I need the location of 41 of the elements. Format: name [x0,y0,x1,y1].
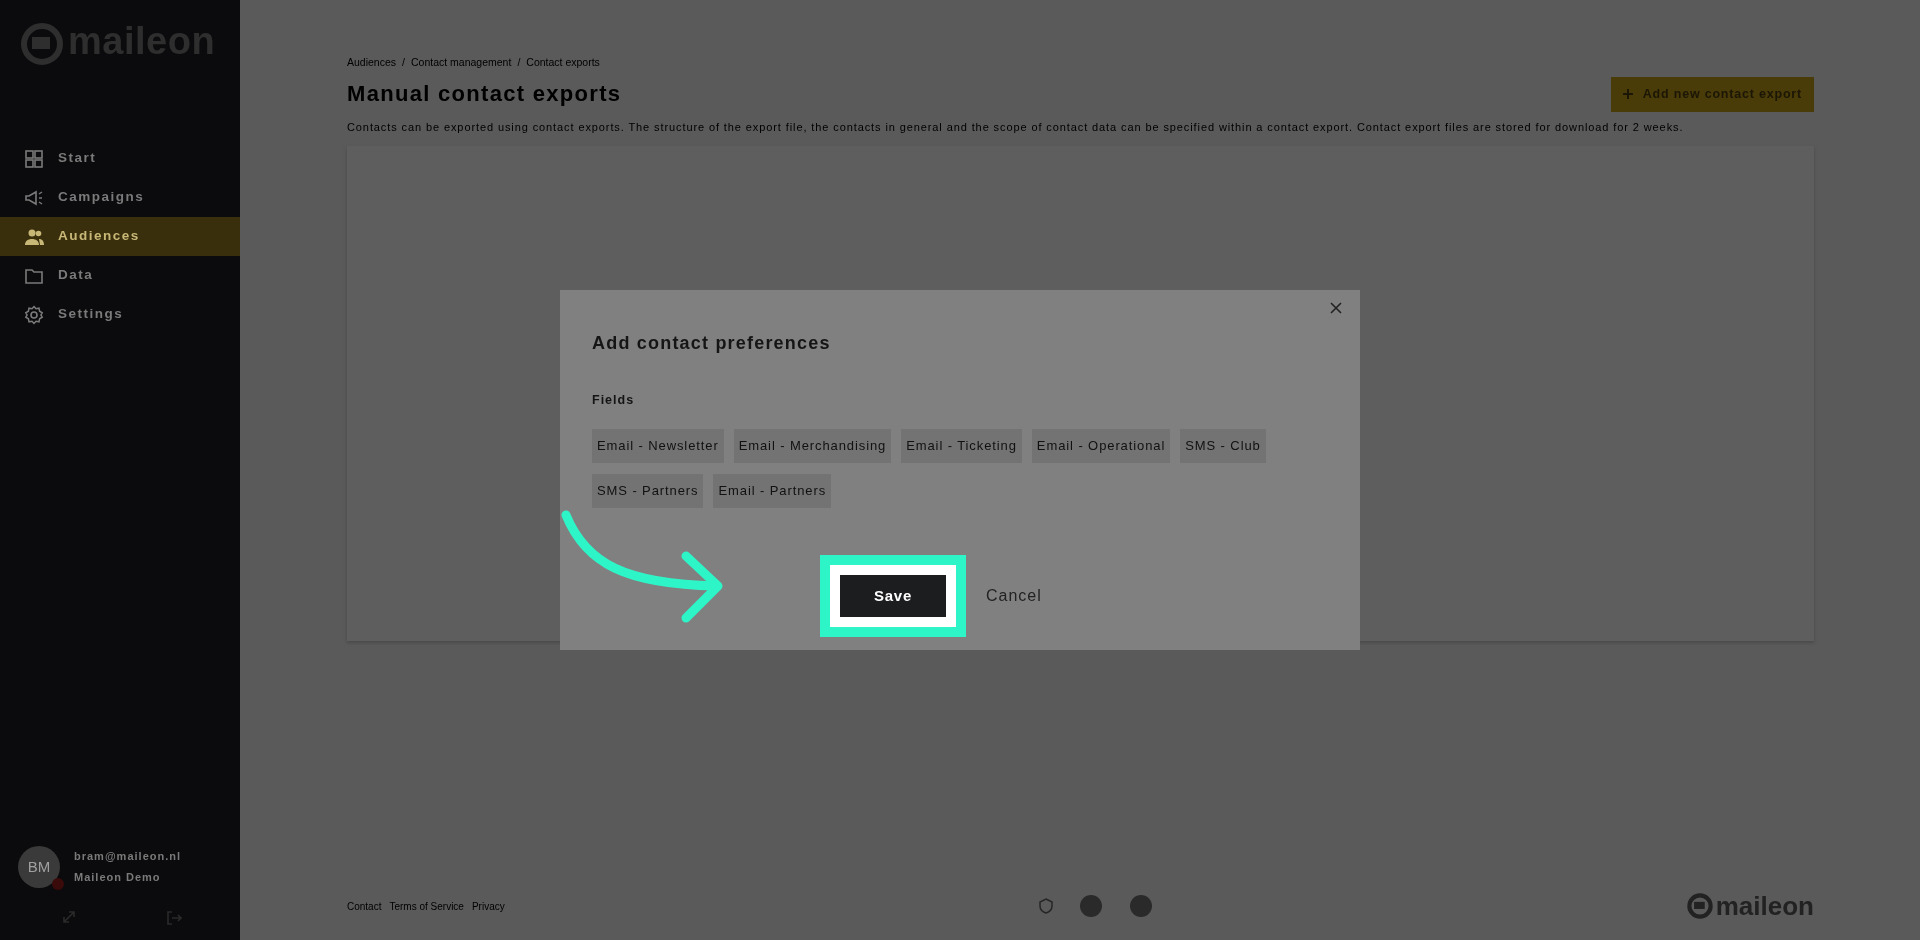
sidebar-item[interactable]: Data [0,256,240,295]
breadcrumb-link[interactable]: Contact exports [526,55,600,71]
footer-link[interactable]: Privacy [471,898,505,914]
field-chip[interactable]: Email - Operational [1031,429,1171,464]
field-chip[interactable]: SMS - Club [1180,429,1266,464]
breadcrumb-link[interactable]: Audiences [347,55,397,71]
page-description: Contacts can be exported using contact exports. The structure of the export file, the contacts in general and the scope of contact data can be specified within a contact export. Contact export files are stored for download for 2 weeks. [347,119,1685,135]
logo-text: maileon [1715,889,1814,923]
account-name: Maileon Demo [74,870,162,885]
certification-badge-icon [1078,894,1103,918]
field-chip[interactable]: Email - Ticketing [901,429,1022,464]
field-chip[interactable]: Email - Newsletter [592,429,724,464]
breadcrumb-link[interactable]: Contact management [410,55,512,71]
field-chip[interactable]: Email - Partners [713,474,832,509]
sidebar-item[interactable]: Settings [0,295,240,334]
shield-icon [1038,898,1053,914]
certification-badge-icon [1128,894,1153,918]
page-title: Manual contact exports [347,80,622,108]
sidebar-item[interactable]: Campaigns [0,178,240,217]
footer-link[interactable]: Terms of Service [389,898,464,914]
logo-icon [1686,893,1713,919]
gear-icon [24,304,44,325]
expand-icon[interactable] [62,910,76,924]
close-icon[interactable] [1328,300,1344,316]
plus-icon [1622,89,1633,100]
modal-title: Add contact preferences [592,332,832,355]
sidebar-item[interactable]: Start [0,139,240,178]
breadcrumb-separator: / [402,55,405,70]
status-badge-icon [52,878,64,890]
field-chip[interactable]: SMS - Partners [592,474,704,509]
grid-icon [24,148,44,169]
fields-label: Fields [592,391,636,409]
user-email: bram@maileon.nl [74,849,182,865]
breadcrumb-separator: / [517,55,521,70]
logo-icon [20,22,64,66]
sidebar-item[interactable]: Audiences [0,217,240,256]
footer-link[interactable]: Contact [347,898,382,914]
cancel-button[interactable]: Cancel [986,580,1042,613]
field-chip[interactable]: Email - Merchandising [733,429,892,464]
save-button[interactable]: Save [840,575,946,618]
logout-icon[interactable] [166,910,182,926]
